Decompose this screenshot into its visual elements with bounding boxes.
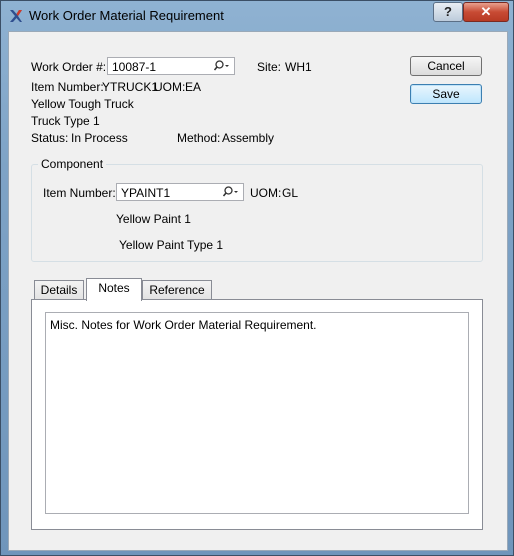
tab-details[interactable]: Details: [34, 280, 84, 299]
dialog-window: Work Order Material Requirement ? ✕ Work…: [0, 0, 514, 556]
uom-label: UOM:: [154, 80, 186, 94]
search-dropdown-icon[interactable]: [223, 185, 239, 199]
component-uom-value: GL: [282, 186, 299, 200]
component-item-number-label: Item Number:: [43, 186, 116, 200]
method-value: Assembly: [222, 131, 275, 145]
help-button[interactable]: ?: [433, 2, 463, 22]
component-uom-label: UOM:: [250, 186, 282, 200]
work-order-label: Work Order #:: [31, 60, 107, 74]
item-description-1: Yellow Tough Truck: [31, 97, 134, 111]
method-label: Method:: [177, 131, 221, 145]
status-label: Status:: [31, 131, 69, 145]
window-title: Work Order Material Requirement: [29, 8, 224, 23]
item-number-label: Item Number:: [31, 80, 104, 94]
work-order-value: 10087-1: [112, 60, 157, 74]
component-group-title: Component: [38, 157, 107, 171]
close-button[interactable]: ✕: [463, 2, 509, 22]
uom-value: EA: [185, 80, 202, 94]
item-description-2: Truck Type 1: [31, 114, 100, 128]
component-item-number-value: YPAINT1: [121, 186, 171, 200]
component-group: [31, 164, 483, 262]
component-description-1: Yellow Paint 1: [116, 212, 191, 226]
status-value: In Process: [71, 131, 128, 145]
dialog-client-area: Work Order #: 10087-1 Site: WH1 Item Num…: [8, 31, 508, 551]
cancel-button[interactable]: Cancel: [410, 56, 482, 76]
component-item-number-field[interactable]: YPAINT1: [116, 183, 244, 201]
save-button[interactable]: Save: [410, 84, 482, 104]
site-label: Site:: [257, 60, 282, 74]
tab-notes[interactable]: Notes: [86, 278, 142, 301]
component-description-2: Yellow Paint Type 1: [119, 238, 224, 252]
notes-text: Misc. Notes for Work Order Material Requ…: [50, 318, 317, 332]
search-dropdown-icon[interactable]: [214, 59, 230, 73]
title-bar[interactable]: Work Order Material Requirement ? ✕: [1, 1, 513, 31]
work-order-field[interactable]: 10087-1: [107, 57, 235, 75]
notes-textarea[interactable]: Misc. Notes for Work Order Material Requ…: [45, 312, 469, 514]
site-value: WH1: [285, 60, 312, 74]
notes-tab-panel: Misc. Notes for Work Order Material Requ…: [31, 299, 483, 530]
app-logo-icon: [10, 10, 22, 22]
item-number-value: YTRUCK1: [102, 80, 159, 94]
tab-reference[interactable]: Reference: [142, 280, 212, 299]
